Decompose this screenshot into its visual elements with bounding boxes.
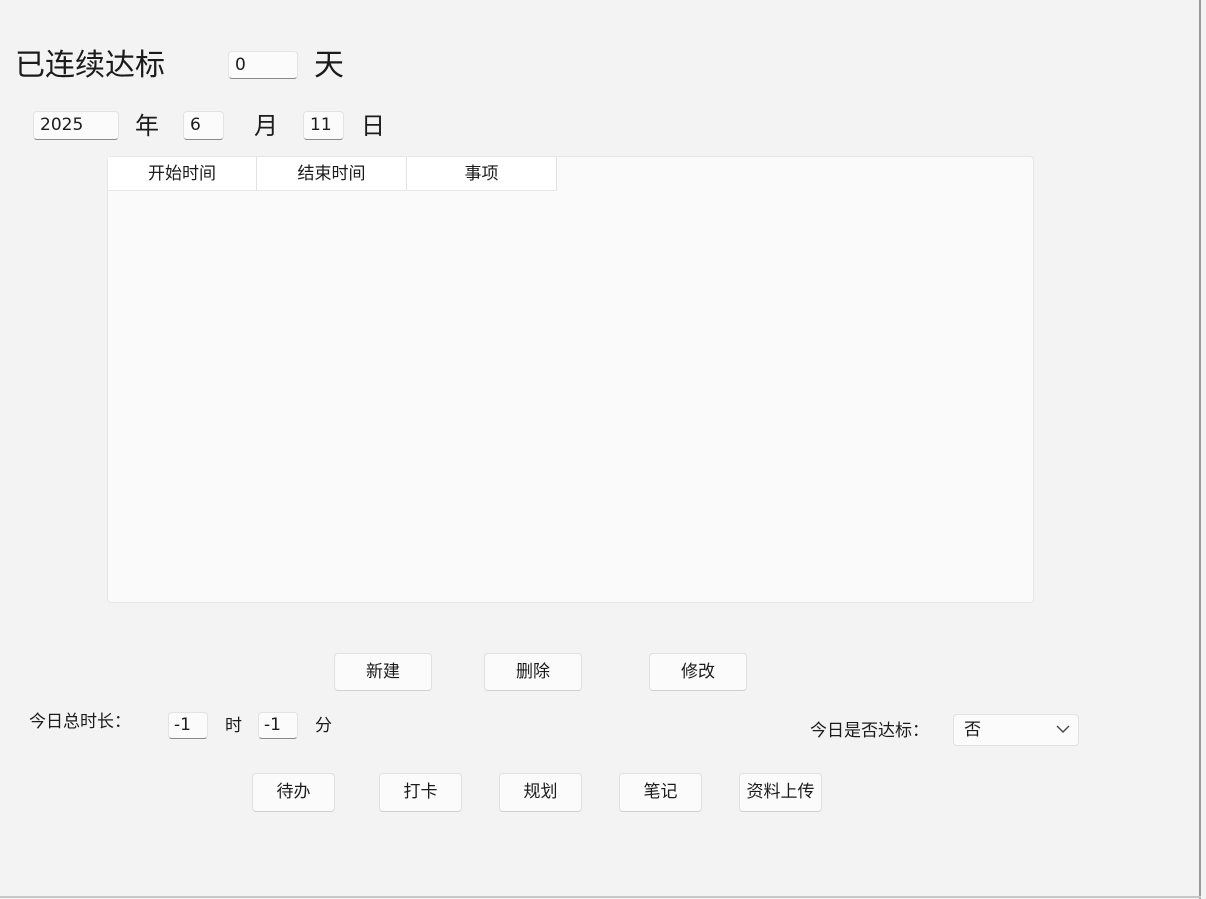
edit-button[interactable]: 修改 bbox=[649, 653, 747, 691]
delete-button[interactable]: 删除 bbox=[484, 653, 582, 691]
hours-input[interactable]: -1 bbox=[168, 712, 208, 739]
minutes-input[interactable]: -1 bbox=[258, 712, 298, 739]
table-header: 开始时间 结束时间 事项 bbox=[108, 157, 557, 191]
column-header-start-time[interactable]: 开始时间 bbox=[108, 157, 257, 191]
day-input[interactable]: 11 bbox=[303, 111, 344, 140]
achieved-today-label: 今日是否达标： bbox=[810, 721, 929, 741]
new-button[interactable]: 新建 bbox=[334, 653, 432, 691]
plan-button[interactable]: 规划 bbox=[499, 773, 582, 812]
month-input[interactable]: 6 bbox=[183, 111, 224, 140]
schedule-table[interactable]: 开始时间 结束时间 事项 bbox=[107, 156, 1034, 603]
streak-unit-label: 天 bbox=[314, 48, 344, 83]
total-duration-label: 今日总时长： bbox=[29, 712, 131, 732]
minutes-label: 分 bbox=[315, 716, 332, 736]
window-border-right bbox=[1199, 0, 1201, 899]
window-border-bottom bbox=[0, 896, 1201, 898]
achieved-selected-value: 否 bbox=[964, 720, 981, 740]
todo-button[interactable]: 待办 bbox=[252, 773, 335, 812]
achieved-select[interactable]: 否 bbox=[953, 714, 1079, 746]
checkin-button[interactable]: 打卡 bbox=[379, 773, 462, 812]
month-label: 月 bbox=[254, 112, 278, 140]
streak-days-input[interactable]: 0 bbox=[228, 51, 298, 79]
column-header-end-time[interactable]: 结束时间 bbox=[257, 157, 407, 191]
day-label: 日 bbox=[361, 112, 385, 140]
hours-label: 时 bbox=[225, 716, 242, 736]
notes-button[interactable]: 笔记 bbox=[619, 773, 702, 812]
column-header-item[interactable]: 事项 bbox=[407, 157, 557, 191]
year-label: 年 bbox=[135, 112, 159, 140]
streak-label: 已连续达标 bbox=[15, 48, 165, 83]
chevron-down-icon bbox=[1056, 725, 1070, 733]
year-input[interactable]: 2025 bbox=[33, 111, 119, 140]
upload-materials-button[interactable]: 资料上传 bbox=[739, 773, 822, 812]
